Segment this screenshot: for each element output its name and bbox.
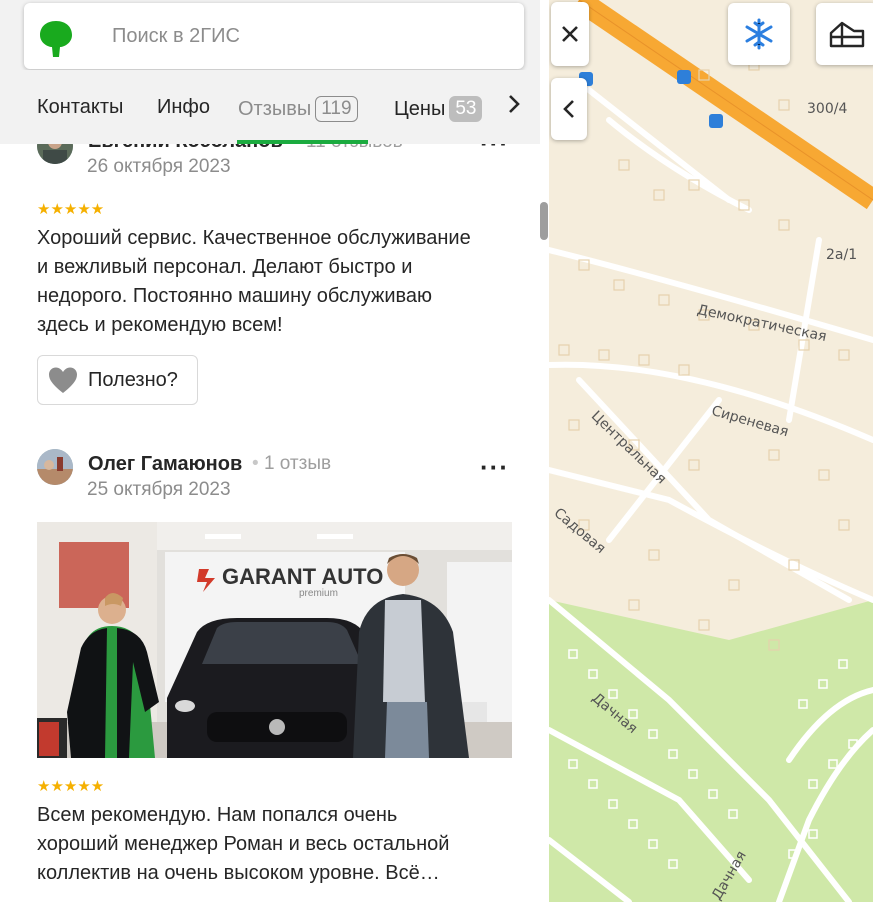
chevron-right-icon[interactable] <box>508 94 520 120</box>
rating-stars: ★★★★★ <box>37 201 105 218</box>
tab-reviews[interactable]: Отзывы 119 <box>238 96 358 122</box>
search-input[interactable]: Поиск в 2ГИС <box>24 3 524 69</box>
review-photo[interactable]: GARANT AUTO premium <box>37 522 512 758</box>
tab-label: Отзывы <box>238 98 312 120</box>
buildings-icon <box>829 21 865 48</box>
tab-bar: Контакты Инфо Отзывы 119 Цены 53 <box>0 70 540 144</box>
review-date: 26 октября 2023 <box>87 156 231 177</box>
garage-sign-text: GARANT AUTO <box>222 564 383 589</box>
tab-count-badge: 53 <box>449 96 483 122</box>
review-text-line: хороший менеджер Роман и весь остальной <box>37 833 450 855</box>
tab-label: Контакты <box>37 96 124 118</box>
more-options-icon[interactable]: ··· <box>480 454 509 480</box>
active-tab-indicator <box>237 140 368 144</box>
count-dot: • <box>252 453 264 474</box>
review-text-line: и вежливый персонал. Делают быстро и <box>37 256 413 278</box>
tab-count-badge: 119 <box>315 96 358 122</box>
review-author[interactable]: Олег Гамаюнов <box>88 453 242 476</box>
place-panel: Евгений Косолапов 11 отзывов ··· 26 октя… <box>0 0 549 902</box>
map-label-building: 2а/1 <box>826 247 858 263</box>
helpful-label: Полезно? <box>88 368 178 391</box>
review-author-count: • 1 отзыв <box>252 453 331 475</box>
chevron-left-icon <box>563 100 574 118</box>
scrollbar[interactable] <box>540 202 548 240</box>
review-text[interactable]: Всем рекомендую. Нам попался очень хорош… <box>37 801 527 888</box>
tab-contacts[interactable]: Контакты <box>37 96 123 119</box>
search-placeholder: Поиск в 2ГИС <box>112 25 240 47</box>
tab-label: Цены <box>394 98 446 120</box>
close-panel-button[interactable] <box>551 2 589 66</box>
3d-buildings-button[interactable] <box>816 3 873 65</box>
helpful-button[interactable]: Полезно? <box>37 355 198 405</box>
map-label-building: 300/4 <box>807 101 848 117</box>
tab-info[interactable]: Инфо <box>157 96 210 119</box>
review-text-line: Хороший сервис. Качественное обслуживани… <box>37 227 471 249</box>
2gis-logo-icon <box>40 21 72 57</box>
garage-sign-sub: premium <box>299 588 338 599</box>
review-text-line: недорого. Постоянно машину обслуживаю <box>37 285 433 307</box>
review-text: Хороший сервис. Качественное обслуживани… <box>37 224 527 340</box>
search-bar-area: Поиск в 2ГИС <box>0 0 540 70</box>
snowflake-icon <box>745 18 773 50</box>
tab-prices[interactable]: Цены 53 <box>394 96 483 122</box>
count-text: 1 отзыв <box>263 453 332 474</box>
review-text-line: здесь и рекомендую всем! <box>37 314 283 336</box>
map-canvas[interactable] <box>549 0 873 902</box>
heart-icon <box>49 367 77 393</box>
review-date: 25 октября 2023 <box>87 479 231 500</box>
tab-label: Инфо <box>157 96 210 118</box>
weather-button[interactable] <box>728 3 790 65</box>
rating-stars: ★★★★★ <box>37 778 105 795</box>
review-text-line: коллектив на очень высоком уровне. Всё… <box>37 862 440 884</box>
review-text-line: Всем рекомендую. Нам попался очень <box>37 804 398 826</box>
avatar[interactable] <box>37 449 73 485</box>
collapse-panel-button[interactable] <box>551 78 587 140</box>
close-icon <box>562 26 578 42</box>
map[interactable]: 300/4 2а/1 Демократическая Сиреневая Цен… <box>549 0 873 902</box>
